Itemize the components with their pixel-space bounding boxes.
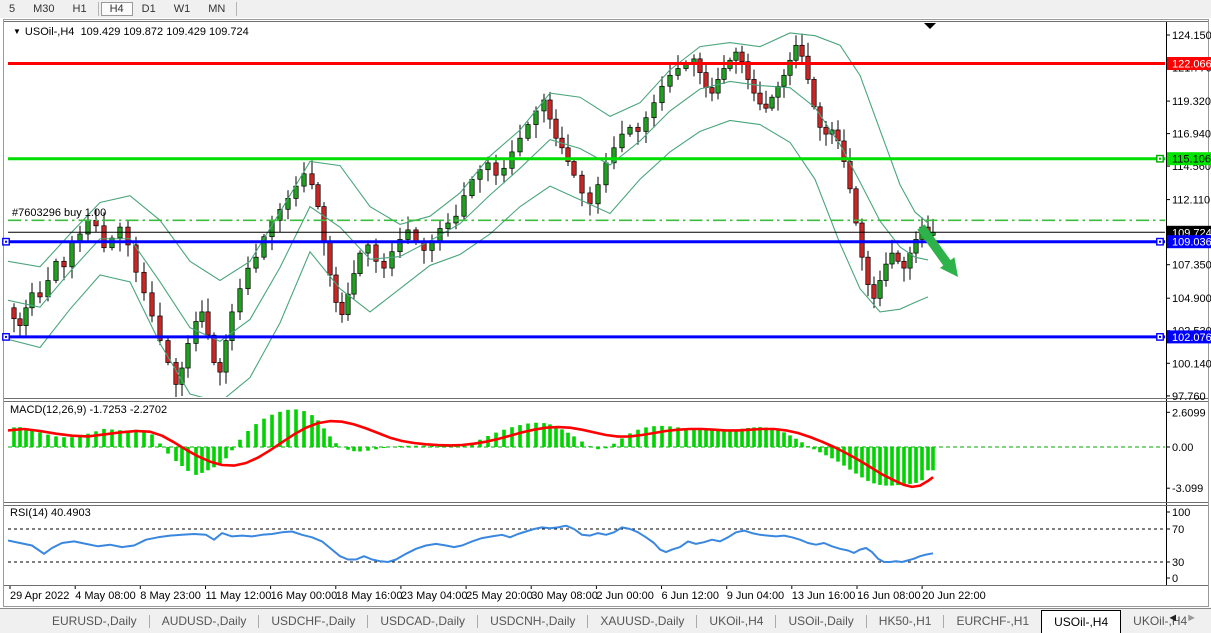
svg-text:6 Jun 12:00: 6 Jun 12:00 <box>662 590 720 602</box>
tab-scroll-arrows[interactable]: ◄► <box>1167 612 1205 624</box>
svg-text:8 May 23:00: 8 May 23:00 <box>140 590 201 602</box>
chart-dropdown-icon[interactable]: ▼ <box>13 27 21 36</box>
price-badge-109.036: 109.036 <box>1167 235 1211 249</box>
svg-text:122.066: 122.066 <box>1172 59 1211 71</box>
chart-tab-hk50-h1[interactable]: HK50-,H1 <box>867 609 944 633</box>
chart-tab-usoil-daily[interactable]: USOil-,Daily <box>776 609 865 633</box>
svg-text:16 Jun 08:00: 16 Jun 08:00 <box>857 590 921 602</box>
chart-tab-eurchf-h1[interactable]: EURCHF-,H1 <box>944 609 1041 633</box>
chart-tab-eurusd-daily[interactable]: EURUSD-,Daily <box>40 609 149 633</box>
chart-title: ▼ USOil-,H4 109.429 109.872 109.429 109.7… <box>13 26 249 38</box>
price-badge-122.066: 122.066 <box>1167 57 1211 71</box>
svg-text:25 May 20:00: 25 May 20:00 <box>466 590 533 602</box>
svg-text:0: 0 <box>1172 573 1178 585</box>
svg-text:23 May 04:00: 23 May 04:00 <box>401 590 468 602</box>
svg-text:119.320: 119.320 <box>1172 96 1211 108</box>
svg-text:29 Apr 2022: 29 Apr 2022 <box>10 590 69 602</box>
price-badge-102.076: 102.076 <box>1167 330 1211 344</box>
svg-text:100: 100 <box>1172 507 1190 519</box>
svg-text:2 Jun 00:00: 2 Jun 00:00 <box>596 590 654 602</box>
chart-ohlc-values: 109.429 109.872 109.429 109.724 <box>81 26 249 38</box>
chart-tab-ukoil-h4[interactable]: UKOil-,H4 <box>697 609 775 633</box>
macd-indicator-label: MACD(12,26,9) -1.7253 -2.2702 <box>10 404 167 416</box>
svg-text:18 May 16:00: 18 May 16:00 <box>336 590 403 602</box>
svg-text:30 May 08:00: 30 May 08:00 <box>531 590 598 602</box>
svg-text:100.140: 100.140 <box>1172 358 1211 370</box>
price-badge-115.106: 115.106 <box>1167 152 1211 166</box>
svg-text:97.760: 97.760 <box>1172 391 1206 403</box>
svg-text:16 May 00:00: 16 May 00:00 <box>271 590 338 602</box>
chart-tab-usdcad-daily[interactable]: USDCAD-,Daily <box>368 609 477 633</box>
svg-text:9 Jun 04:00: 9 Jun 04:00 <box>727 590 785 602</box>
svg-text:104.900: 104.900 <box>1172 293 1211 305</box>
svg-text:102.076: 102.076 <box>1172 332 1211 344</box>
svg-text:30: 30 <box>1172 557 1184 569</box>
chart-canvas[interactable]: 124.150121.770119.320116.940114.560112.1… <box>0 0 1211 633</box>
svg-text:124.150: 124.150 <box>1172 30 1211 42</box>
chart-tab-bar: EURUSD-,DailyAUDUSD-,DailyUSDCHF-,DailyU… <box>0 608 1211 633</box>
chart-tab-audusd-daily[interactable]: AUDUSD-,Daily <box>150 609 259 633</box>
svg-text:116.940: 116.940 <box>1172 129 1211 141</box>
svg-text:109.036: 109.036 <box>1172 237 1211 249</box>
chart-symbol-label: USOil-,H4 <box>25 26 75 38</box>
chart-tab-usdcnh-daily[interactable]: USDCNH-,Daily <box>478 609 587 633</box>
svg-text:20 Jun 22:00: 20 Jun 22:00 <box>922 590 986 602</box>
svg-text:70: 70 <box>1172 524 1184 536</box>
mt4-terminal: 5M30H1H4D1W1MN 124.150121.770119.320116.… <box>0 0 1211 633</box>
svg-text:4 May 08:00: 4 May 08:00 <box>75 590 136 602</box>
svg-text:107.350: 107.350 <box>1172 260 1211 272</box>
svg-text:0.00: 0.00 <box>1172 442 1193 454</box>
chart-tab-usoil-h4[interactable]: USOil-,H4 <box>1041 610 1121 633</box>
svg-text:-3.099: -3.099 <box>1172 483 1203 495</box>
svg-text:112.110: 112.110 <box>1172 195 1210 207</box>
tab-scroll-left-icon[interactable]: ◄ <box>1167 612 1186 624</box>
svg-text:2.6099: 2.6099 <box>1172 407 1206 419</box>
rsi-indicator-label: RSI(14) 40.4903 <box>10 507 91 519</box>
svg-text:115.106: 115.106 <box>1172 154 1211 166</box>
chart-tab-usdchf-daily[interactable]: USDCHF-,Daily <box>259 609 367 633</box>
svg-text:13 Jun 16:00: 13 Jun 16:00 <box>792 590 856 602</box>
svg-text:11 May 12:00: 11 May 12:00 <box>206 590 272 602</box>
tab-scroll-right-icon[interactable]: ► <box>1186 612 1205 624</box>
open-order-label: #7603296 buy 1.00 <box>12 207 106 219</box>
chart-tab-xauusd-daily[interactable]: XAUUSD-,Daily <box>588 609 696 633</box>
